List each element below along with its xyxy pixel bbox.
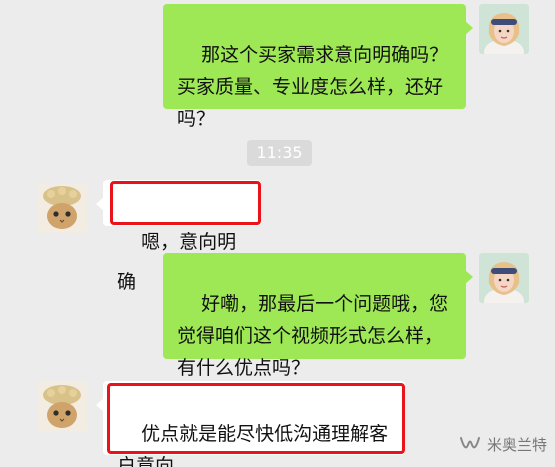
message-bubble-incoming[interactable]: 优点就是能尽快低沟通理解客户意向 bbox=[96, 381, 405, 467]
message-bubble-outgoing[interactable]: 那这个买家需求意向明确吗？买家质量、专业度怎么样，还好吗？ bbox=[163, 4, 473, 130]
message-text: 好嘞，那最后一个问题哦，您觉得咱们这个视频形式怎么样，有什么优点吗？ bbox=[177, 293, 449, 379]
avatar-girl-headband-icon bbox=[479, 253, 529, 303]
avatar-girl-headband-icon bbox=[479, 4, 529, 54]
contact-avatar[interactable] bbox=[37, 382, 87, 432]
self-avatar[interactable] bbox=[479, 253, 529, 303]
bubble-tail bbox=[96, 398, 104, 412]
message-text: 那这个买家需求意向明确吗？买家质量、专业度怎么样，还好吗？ bbox=[177, 44, 449, 130]
avatar-cat-hat-icon bbox=[37, 382, 87, 432]
self-avatar[interactable] bbox=[479, 4, 529, 54]
bubble-tail bbox=[465, 21, 473, 35]
message-bubble-incoming[interactable]: 嗯，意向明确 bbox=[96, 180, 261, 293]
watermark: 米奥兰特 bbox=[459, 434, 547, 455]
avatar-cat-hat-icon bbox=[37, 183, 87, 233]
chat-conversation: 那这个买家需求意向明确吗？买家质量、专业度怎么样，还好吗？ 11:35 嗯，意向… bbox=[0, 0, 555, 467]
message-text: 优点就是能尽快低沟通理解客户意向 bbox=[117, 423, 389, 467]
watermark-text: 米奥兰特 bbox=[486, 436, 547, 454]
timestamp-badge: 11:35 bbox=[247, 140, 312, 166]
message-bubble-outgoing[interactable]: 好嘞，那最后一个问题哦，您觉得咱们这个视频形式怎么样，有什么优点吗？ bbox=[163, 253, 473, 379]
contact-avatar[interactable] bbox=[37, 183, 87, 233]
bubble-tail bbox=[465, 270, 473, 284]
wechat-channel-icon bbox=[459, 436, 480, 448]
bubble-tail bbox=[96, 197, 104, 211]
